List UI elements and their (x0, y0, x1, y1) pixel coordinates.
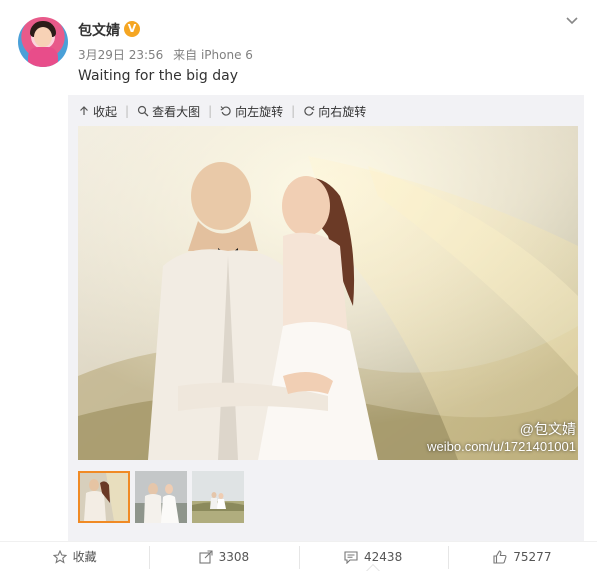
share-icon (199, 549, 213, 564)
wedding-photo-image (78, 126, 578, 460)
repost-button[interactable]: 3308 (149, 542, 298, 571)
divider: | (291, 104, 296, 118)
post-text: Waiting for the big day (78, 68, 238, 84)
post-meta: 3月29日 23:56 来自 iPhone 6 (78, 46, 259, 63)
view-large-button[interactable]: 查看大图 (137, 103, 200, 120)
rotate-left-icon (220, 106, 231, 116)
watermark-url: weibo.com/u/1721401001 (427, 439, 576, 454)
post-date[interactable]: 3月29日 23:56 (78, 48, 163, 62)
watermark-handle: @包文婧 (519, 421, 576, 437)
rotate-left-button[interactable]: 向左旋转 (220, 103, 283, 120)
divider: | (208, 104, 213, 118)
favorite-label: 收藏 (72, 550, 97, 564)
post-source: 来自 iPhone 6 (173, 48, 253, 62)
thumbnail-1[interactable] (78, 471, 130, 523)
rotate-left-label: 向左旋转 (235, 104, 284, 119)
rotate-right-button[interactable]: 向右旋转 (303, 103, 366, 120)
repost-count: 3308 (218, 549, 250, 564)
media-panel: 收起 | 查看大图 | 向左旋转 | 向右旋转 @包文婧 weibo.com/u… (68, 95, 584, 541)
favorite-button[interactable]: 收藏 (0, 542, 149, 571)
thumbnail-2[interactable] (135, 471, 187, 523)
star-icon (52, 549, 67, 564)
thumbnail-strip (78, 471, 249, 523)
media-toolbar: 收起 | 查看大图 | 向左旋转 | 向右旋转 (78, 100, 374, 122)
username[interactable]: 包文婧 (78, 20, 120, 40)
comment-icon (344, 550, 358, 564)
comment-button[interactable]: 42438 (298, 542, 448, 571)
divider: | (125, 104, 130, 118)
avatar-body (28, 47, 58, 67)
view-large-label: 查看大图 (152, 104, 201, 119)
comment-count: 42438 (364, 549, 403, 564)
action-bar: 收藏 3308 42438 75277 (0, 541, 597, 571)
avatar-face (34, 27, 52, 47)
arrow-up-icon (80, 106, 88, 115)
collapse-button[interactable]: 收起 (78, 103, 117, 120)
rotate-right-label: 向右旋转 (318, 104, 367, 119)
active-tab-caret (366, 563, 381, 571)
avatar[interactable] (18, 17, 68, 67)
main-photo[interactable]: @包文婧 weibo.com/u/1721401001 (78, 126, 578, 460)
thumbnail-3-image (192, 471, 244, 523)
thumbs-up-icon (493, 549, 507, 564)
thumbnail-3[interactable] (192, 471, 244, 523)
chevron-down-icon[interactable] (565, 14, 579, 28)
thumbnail-2-image (135, 471, 187, 523)
like-count: 75277 (513, 549, 552, 564)
verified-badge-icon: V (124, 21, 140, 37)
like-button[interactable]: 75277 (447, 542, 597, 571)
search-icon (137, 105, 149, 117)
collapse-label: 收起 (93, 104, 118, 119)
thumbnail-1-image (80, 473, 128, 521)
photo-watermark: @包文婧 weibo.com/u/1721401001 (427, 420, 576, 456)
rotate-right-icon (304, 106, 315, 116)
